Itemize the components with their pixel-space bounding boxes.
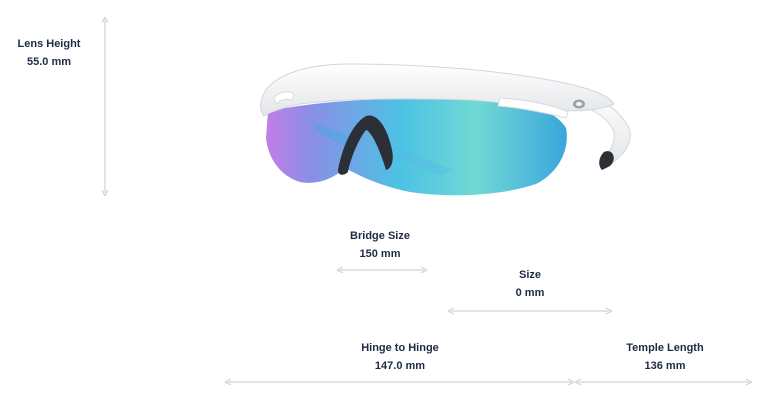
bridge-size-value: 150 mm (359, 248, 401, 260)
size-label: Size 0 mm (480, 266, 580, 302)
brand-logo-icon-inner (575, 101, 583, 107)
lens-height-value: 55.0 mm (26, 56, 72, 68)
lens-height-label: Lens Height 55.0 mm (8, 35, 90, 71)
temple-length-name: Temple Length (626, 342, 704, 354)
hinge-to-hinge-label: Hinge to Hinge 147.0 mm (340, 339, 460, 375)
hinge-to-hinge-value: 147.0 mm (374, 360, 426, 372)
temple-length-label: Temple Length 136 mm (605, 339, 725, 375)
lens-height-name: Lens Height (17, 38, 81, 50)
size-value: 0 mm (515, 287, 545, 299)
sunglasses-illustration (260, 63, 631, 196)
lens-shield (266, 98, 567, 196)
temple-tip (599, 151, 614, 170)
hinge-to-hinge-name: Hinge to Hinge (361, 342, 439, 354)
bridge-size-label: Bridge Size 150 mm (330, 227, 430, 263)
size-name: Size (518, 269, 541, 281)
temple-length-value: 136 mm (644, 360, 686, 372)
bridge-size-name: Bridge Size (350, 230, 410, 242)
